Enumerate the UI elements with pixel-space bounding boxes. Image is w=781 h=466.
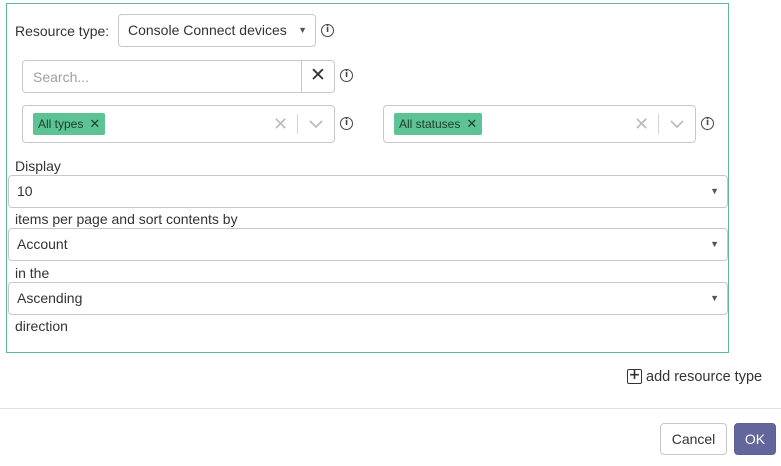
- caret-down-icon: ▼: [710, 293, 719, 303]
- info-icon[interactable]: i: [321, 24, 334, 37]
- status-filter-select[interactable]: All statuses ✕ ✕: [383, 105, 696, 143]
- type-filter-select[interactable]: All types ✕ ✕: [22, 105, 335, 143]
- per-page-select[interactable]: 10 ▼: [8, 175, 728, 208]
- search-input[interactable]: [22, 60, 302, 93]
- type-chip: All types ✕: [33, 113, 106, 135]
- separator: [297, 114, 298, 134]
- chip-remove-icon[interactable]: ✕: [466, 116, 477, 131]
- resource-type-label: Resource type:: [15, 23, 110, 39]
- ok-button[interactable]: OK: [734, 423, 776, 455]
- footer-divider: [0, 408, 781, 409]
- caret-down-icon: ▼: [710, 239, 719, 249]
- per-page-suffix-label: items per page and sort contents by: [15, 211, 238, 227]
- close-icon: ✕: [310, 65, 326, 86]
- resource-type-value: Console Connect devices: [128, 22, 287, 38]
- chip-remove-icon[interactable]: ✕: [89, 116, 100, 131]
- per-page-value: 10: [17, 183, 33, 199]
- sort-by-select[interactable]: Account ▼: [8, 228, 728, 261]
- in-the-label: in the: [15, 265, 50, 281]
- status-chip: All statuses ✕: [394, 113, 483, 135]
- resource-type-select[interactable]: Console Connect devices ▼: [118, 14, 316, 47]
- chip-label: All statuses: [399, 117, 461, 131]
- info-icon[interactable]: i: [340, 69, 353, 82]
- sort-by-value: Account: [17, 236, 68, 252]
- search-clear-button[interactable]: ✕: [301, 60, 335, 93]
- separator: [658, 114, 659, 134]
- clear-icon[interactable]: ✕: [273, 114, 288, 134]
- direction-value: Ascending: [17, 290, 83, 306]
- cancel-button[interactable]: Cancel: [660, 423, 727, 455]
- caret-down-icon: ▼: [710, 186, 719, 196]
- chevron-down-icon[interactable]: [667, 114, 687, 134]
- info-icon[interactable]: i: [340, 117, 353, 130]
- resource-panel: Resource type: Console Connect devices ▼…: [6, 3, 729, 353]
- display-label: Display: [15, 158, 61, 174]
- direction-label: direction: [15, 318, 68, 334]
- info-icon[interactable]: i: [701, 117, 714, 130]
- chevron-down-icon[interactable]: [306, 114, 326, 134]
- clear-icon[interactable]: ✕: [634, 114, 649, 134]
- chip-label: All types: [38, 117, 84, 131]
- direction-select[interactable]: Ascending ▼: [8, 282, 728, 315]
- add-resource-type-link[interactable]: add resource type: [646, 369, 762, 385]
- plus-square-icon[interactable]: +: [627, 368, 642, 384]
- caret-down-icon: ▼: [298, 25, 307, 35]
